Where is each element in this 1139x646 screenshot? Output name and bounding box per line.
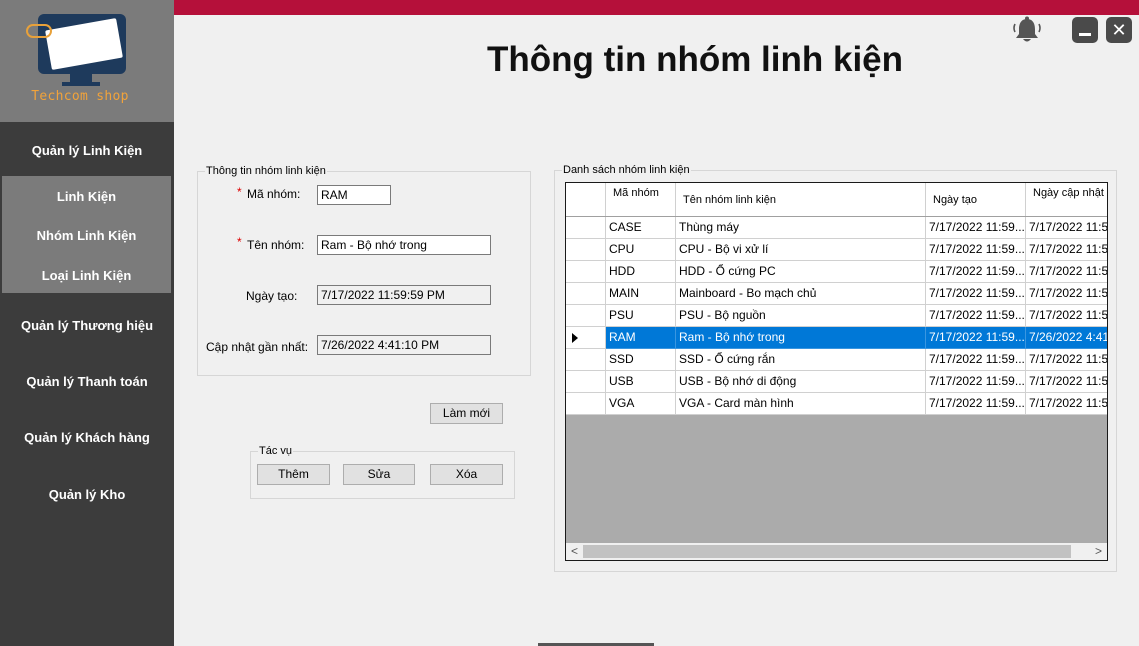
- table-cell[interactable]: 7/17/2022 11:59: [1026, 393, 1107, 415]
- grid-header: Mã nhóm Tên nhóm linh kiện Ngày tạo Ngày…: [566, 183, 1107, 217]
- required-marker: *: [237, 185, 242, 199]
- table-row[interactable]: SSD SSD - Ổ cứng rắn 7/17/2022 11:59... 7/1…: [566, 349, 1107, 371]
- table-cell[interactable]: 7/17/2022 11:59: [1026, 349, 1107, 371]
- horizontal-scrollbar[interactable]: < >: [566, 543, 1107, 560]
- table-cell[interactable]: HDD - Ổ cứng PC: [676, 261, 926, 283]
- table-cell[interactable]: USB - Bộ nhớ di động: [676, 371, 926, 393]
- table-cell[interactable]: 7/17/2022 11:59...: [926, 349, 1026, 371]
- column-header-ngay-cap-nhat[interactable]: Ngày cập nhật: [1026, 183, 1107, 216]
- table-row[interactable]: VGA VGA - Card màn hình 7/17/2022 11:59...…: [566, 393, 1107, 415]
- table-cell[interactable]: 7/17/2022 11:59: [1026, 305, 1107, 327]
- ten-nhom-label: Tên nhóm:: [247, 238, 305, 252]
- data-grid[interactable]: Mã nhóm Tên nhóm linh kiện Ngày tạo Ngày…: [565, 182, 1108, 561]
- scroll-right-icon[interactable]: >: [1090, 543, 1107, 560]
- submenu-item-loai-linh-kien[interactable]: Loại Linh Kiện: [2, 268, 171, 283]
- row-header[interactable]: [566, 239, 606, 261]
- submenu-item-nhom-linh-kien[interactable]: Nhóm Linh Kiện: [2, 228, 171, 243]
- ma-nhom-label: Mã nhóm:: [247, 187, 301, 201]
- table-cell[interactable]: SSD: [606, 349, 676, 371]
- table-cell[interactable]: RAM: [606, 327, 676, 349]
- top-accent-bar: [174, 0, 1139, 15]
- table-cell[interactable]: 7/17/2022 11:59...: [926, 239, 1026, 261]
- list-legend: Danh sách nhóm linh kiện: [562, 164, 691, 176]
- sidebar-item-quan-ly-thanh-toan[interactable]: Quản lý Thanh toán: [0, 374, 174, 389]
- add-button[interactable]: Thêm: [257, 464, 330, 485]
- row-header[interactable]: [566, 393, 606, 415]
- table-cell[interactable]: VGA: [606, 393, 676, 415]
- sidebar-item-quan-ly-khach-hang[interactable]: Quản lý Khách hàng: [0, 430, 174, 445]
- scroll-left-icon[interactable]: <: [566, 543, 583, 560]
- table-cell[interactable]: 7/17/2022 11:59...: [926, 327, 1026, 349]
- table-cell[interactable]: MAIN: [606, 283, 676, 305]
- page-title: Thông tin nhóm linh kiện: [486, 40, 904, 79]
- table-cell[interactable]: CPU: [606, 239, 676, 261]
- table-cell[interactable]: 7/17/2022 11:59: [1026, 261, 1107, 283]
- submenu-item-linh-kien[interactable]: Linh Kiện: [2, 189, 171, 204]
- table-cell[interactable]: 7/17/2022 11:59: [1026, 283, 1107, 305]
- cap-nhat-field: 7/26/2022 4:41:10 PM: [317, 335, 491, 355]
- table-cell[interactable]: Thùng máy: [676, 217, 926, 239]
- table-cell[interactable]: 7/17/2022 11:59: [1026, 371, 1107, 393]
- table-cell[interactable]: CASE: [606, 217, 676, 239]
- scrollbar-thumb[interactable]: [583, 545, 1071, 558]
- row-header[interactable]: [566, 349, 606, 371]
- table-cell[interactable]: PSU - Bộ nguồn: [676, 305, 926, 327]
- sidebar-item-quan-ly-thuong-hieu[interactable]: Quản lý Thương hiệu: [0, 318, 174, 333]
- refresh-button[interactable]: Làm mới: [430, 403, 503, 424]
- submenu-linh-kien: Linh Kiện Nhóm Linh Kiện Loại Linh Kiện: [2, 176, 171, 293]
- table-cell[interactable]: VGA - Card màn hình: [676, 393, 926, 415]
- current-row-icon: [572, 333, 578, 343]
- table-cell[interactable]: CPU - Bộ vi xử lí: [676, 239, 926, 261]
- table-cell[interactable]: Ram - Bộ nhớ trong: [676, 327, 926, 349]
- logo: Techcom shop: [0, 0, 174, 122]
- table-row[interactable]: HDD HDD - Ổ cứng PC 7/17/2022 11:59... 7/17…: [566, 261, 1107, 283]
- ngay-tao-label: Ngày tạo:: [246, 289, 298, 303]
- cap-nhat-label: Cập nhật gần nhất:: [206, 340, 309, 354]
- table-cell[interactable]: 7/17/2022 11:59...: [926, 371, 1026, 393]
- info-legend: Thông tin nhóm linh kiện: [205, 165, 327, 177]
- edit-button[interactable]: Sửa: [343, 464, 415, 485]
- table-row[interactable]: CASE Thùng máy 7/17/2022 11:59... 7/17/2022…: [566, 217, 1107, 239]
- sidebar: Techcom shop Quản lý Linh Kiện Linh Kiện…: [0, 0, 174, 646]
- ten-nhom-input[interactable]: Ram - Bộ nhớ trong: [317, 235, 491, 255]
- table-cell[interactable]: 7/17/2022 11:59...: [926, 217, 1026, 239]
- row-header-corner: [566, 183, 606, 216]
- actions-legend: Tác vụ: [258, 445, 294, 457]
- table-row[interactable]: CPU CPU - Bộ vi xử lí 7/17/2022 11:59... 7/…: [566, 239, 1107, 261]
- table-cell[interactable]: 7/26/2022 4:41: [1026, 327, 1107, 349]
- table-row[interactable]: RAM Ram - Bộ nhớ trong 7/17/2022 11:59... 7…: [566, 327, 1107, 349]
- row-header[interactable]: [566, 327, 606, 349]
- sidebar-item-quan-ly-linh-kien[interactable]: Quản lý Linh Kiện: [0, 143, 174, 158]
- table-cell[interactable]: 7/17/2022 11:59: [1026, 217, 1107, 239]
- table-cell[interactable]: USB: [606, 371, 676, 393]
- column-header-ma-nhom[interactable]: Mã nhóm: [606, 183, 676, 216]
- delete-button[interactable]: Xóa: [430, 464, 503, 485]
- row-header[interactable]: [566, 217, 606, 239]
- required-marker: *: [237, 235, 242, 249]
- tag-icon: [26, 24, 52, 38]
- table-cell[interactable]: Mainboard - Bo mạch chủ: [676, 283, 926, 305]
- sidebar-item-quan-ly-kho[interactable]: Quản lý Kho: [0, 487, 174, 502]
- column-header-ngay-tao[interactable]: Ngày tạo: [926, 183, 1026, 216]
- row-header[interactable]: [566, 261, 606, 283]
- table-cell[interactable]: 7/17/2022 11:59...: [926, 393, 1026, 415]
- logo-text: Techcom shop: [31, 89, 129, 104]
- table-cell[interactable]: 7/17/2022 11:59...: [926, 261, 1026, 283]
- ma-nhom-input[interactable]: RAM: [317, 185, 391, 205]
- table-cell[interactable]: SSD - Ổ cứng rắn: [676, 349, 926, 371]
- table-cell[interactable]: HDD: [606, 261, 676, 283]
- table-cell[interactable]: PSU: [606, 305, 676, 327]
- table-row[interactable]: USB USB - Bộ nhớ di động 7/17/2022 11:59..…: [566, 371, 1107, 393]
- row-header[interactable]: [566, 371, 606, 393]
- row-header[interactable]: [566, 305, 606, 327]
- table-cell[interactable]: 7/17/2022 11:59: [1026, 239, 1107, 261]
- row-header[interactable]: [566, 283, 606, 305]
- ngay-tao-field: 7/17/2022 11:59:59 PM: [317, 285, 491, 305]
- table-cell[interactable]: 7/17/2022 11:59...: [926, 283, 1026, 305]
- column-header-ten-nhom[interactable]: Tên nhóm linh kiện: [676, 183, 926, 216]
- table-cell[interactable]: 7/17/2022 11:59...: [926, 305, 1026, 327]
- table-row[interactable]: MAIN Mainboard - Bo mạch chủ 7/17/2022 11:…: [566, 283, 1107, 305]
- table-row[interactable]: PSU PSU - Bộ nguồn 7/17/2022 11:59... 7/17/…: [566, 305, 1107, 327]
